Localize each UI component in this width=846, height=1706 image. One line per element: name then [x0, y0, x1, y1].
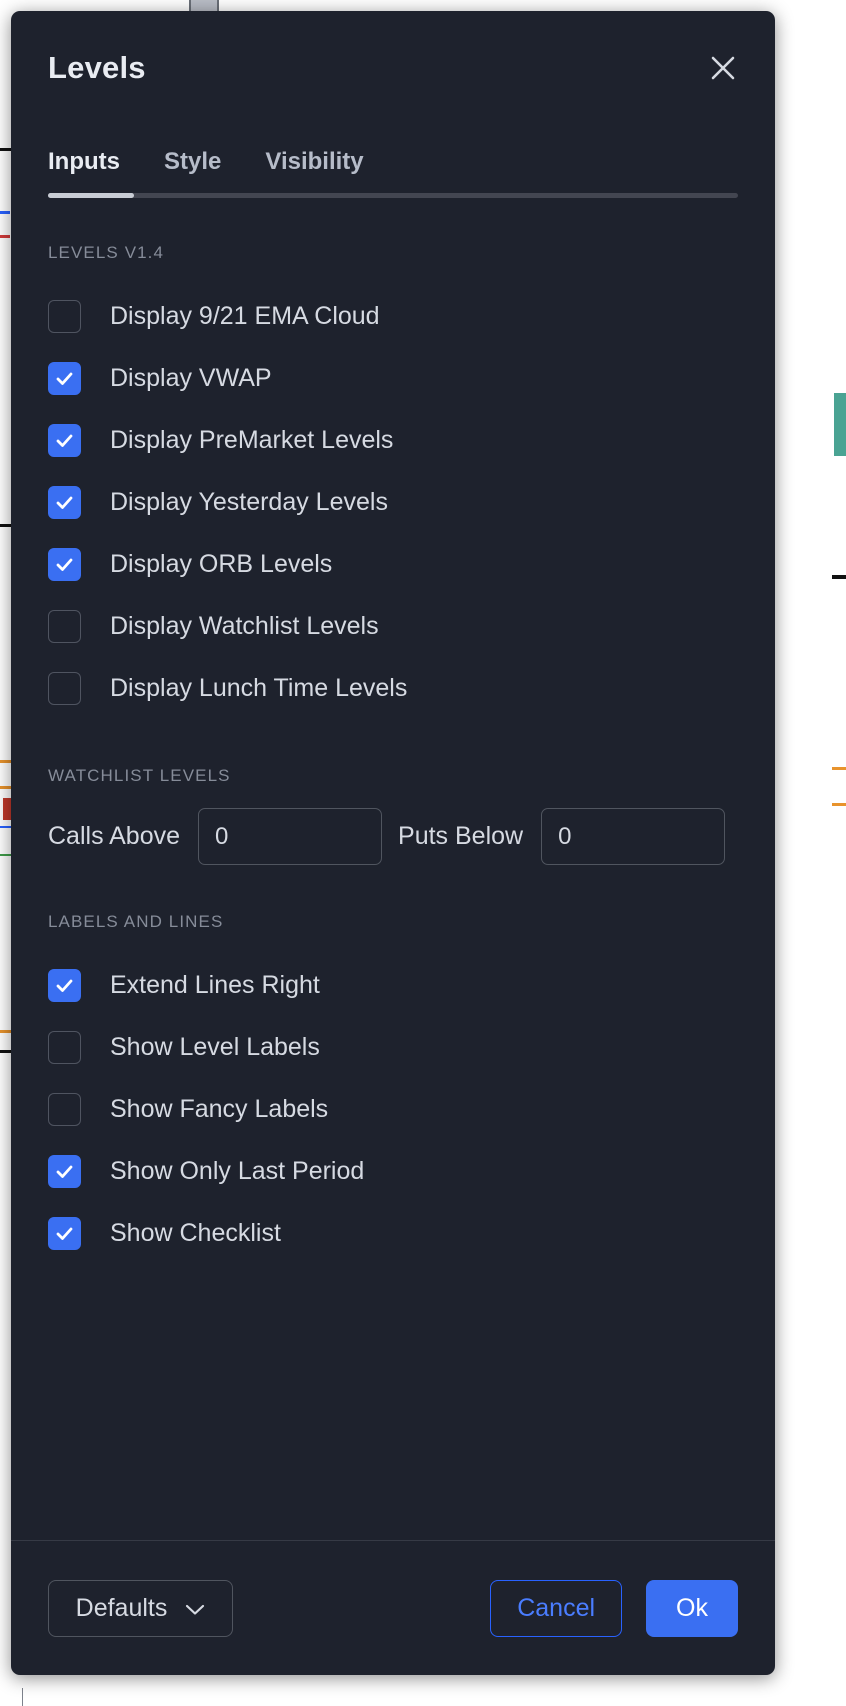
tab-scroll-thumb[interactable] [48, 193, 134, 198]
tab-bar: Inputs Style Visibility [11, 124, 775, 198]
checkbox-row-show-level-labels[interactable]: Show Level Labels [48, 1016, 738, 1078]
checkbox-row-show-checklist[interactable]: Show Checklist [48, 1202, 738, 1264]
bg-level-line [832, 803, 846, 806]
checkbox-row-display-yesterday-levels[interactable]: Display Yesterday Levels [48, 471, 738, 533]
checkbox-checked-icon[interactable] [48, 1154, 81, 1188]
levels-settings-dialog: Levels Inputs Style Visibility LEVELS V1… [11, 11, 775, 1675]
bg-level-line [0, 211, 10, 214]
checkbox-label: Display Watchlist Levels [110, 611, 379, 640]
checkbox-label: Show Fancy Labels [110, 1094, 329, 1123]
tab-inputs[interactable]: Inputs [48, 150, 120, 176]
text-cursor [22, 1688, 23, 1706]
calls-above-label: Calls Above [48, 822, 181, 850]
checkbox-label: Display Lunch Time Levels [110, 673, 408, 702]
watchlist-level-fields: Calls Above Puts Below [48, 808, 738, 865]
checkbox-label: Display Yesterday Levels [110, 487, 388, 516]
checkbox-unchecked-icon[interactable] [48, 299, 81, 333]
checkbox-label: Display ORB Levels [110, 549, 333, 578]
checkbox-checked-icon[interactable] [48, 485, 81, 519]
close-icon[interactable] [701, 46, 745, 90]
checkbox-row-display-watchlist-levels[interactable]: Display Watchlist Levels [48, 595, 738, 657]
checkbox-row-display-orb-levels[interactable]: Display ORB Levels [48, 533, 738, 595]
checkbox-unchecked-icon[interactable] [48, 1092, 81, 1126]
section-title-levels: LEVELS V1.4 [48, 243, 165, 262]
section-title-watchlist-levels: WATCHLIST LEVELS [48, 766, 231, 785]
ok-button[interactable]: Ok [646, 1579, 738, 1637]
tab-style[interactable]: Style [164, 150, 221, 176]
checkbox-unchecked-icon[interactable] [48, 609, 81, 643]
checkbox-row-show-fancy-labels[interactable]: Show Fancy Labels [48, 1078, 738, 1140]
checkbox-row-display-premarket-levels[interactable]: Display PreMarket Levels [48, 409, 738, 471]
defaults-button[interactable]: Defaults [48, 1579, 233, 1637]
checkbox-label: Display 9/21 EMA Cloud [110, 301, 380, 330]
checkbox-unchecked-icon[interactable] [48, 1030, 81, 1064]
defaults-button-label: Defaults [75, 1593, 168, 1622]
dialog-header: Levels [11, 11, 775, 124]
checkbox-checked-icon[interactable] [48, 1216, 81, 1250]
bg-level-line [0, 235, 10, 238]
checkbox-label: Extend Lines Right [110, 970, 320, 999]
checkbox-row-show-only-last-period[interactable]: Show Only Last Period [48, 1140, 738, 1202]
bg-candle [834, 393, 846, 456]
checkbox-row-display-lunch-time-levels[interactable]: Display Lunch Time Levels [48, 657, 738, 719]
checkbox-checked-icon[interactable] [48, 968, 81, 1002]
checkbox-row-display-vwap[interactable]: Display VWAP [48, 347, 738, 409]
page-title: Levels [48, 49, 146, 85]
checkbox-row-display-ema-cloud[interactable]: Display 9/21 EMA Cloud [48, 285, 738, 347]
checkbox-checked-icon[interactable] [48, 423, 81, 457]
cancel-button[interactable]: Cancel [490, 1579, 623, 1637]
checkbox-label: Show Checklist [110, 1218, 281, 1247]
puts-below-label: Puts Below [398, 822, 524, 850]
calls-above-input[interactable] [198, 808, 383, 865]
checkbox-label: Display PreMarket Levels [110, 425, 394, 454]
checkbox-label: Show Level Labels [110, 1032, 320, 1061]
checkbox-checked-icon[interactable] [48, 361, 81, 395]
tab-scroll-track[interactable] [48, 193, 738, 198]
dialog-body: LEVELS V1.4 Display 9/21 EMA Cloud Displ… [11, 198, 775, 1540]
checkbox-row-extend-lines-right[interactable]: Extend Lines Right [48, 954, 738, 1016]
section-title-labels-and-lines: LABELS AND LINES [48, 912, 224, 931]
puts-below-input[interactable] [541, 808, 726, 865]
checkbox-label: Show Only Last Period [110, 1156, 365, 1185]
bg-level-line [832, 767, 846, 770]
checkbox-checked-icon[interactable] [48, 547, 81, 581]
dialog-drag-handle[interactable] [189, 0, 219, 11]
tab-visibility[interactable]: Visibility [265, 150, 363, 176]
checkbox-label: Display VWAP [110, 363, 272, 392]
checkbox-unchecked-icon[interactable] [48, 671, 81, 705]
chevron-down-icon [185, 1594, 205, 1623]
bg-level-line [832, 575, 846, 579]
dialog-footer: Defaults Cancel Ok [11, 1540, 775, 1675]
